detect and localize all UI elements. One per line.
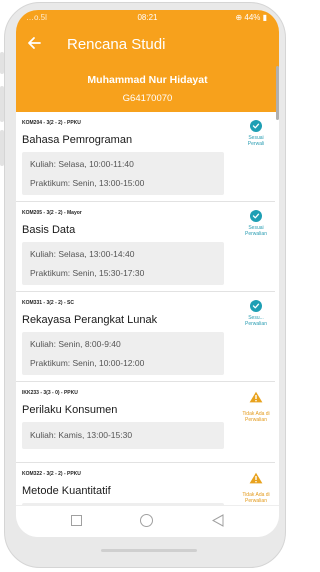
course-name: Rekayasa Perangkat Lunak [22,314,158,326]
course-card[interactable]: IKK233 - 3(3 - 0) - PPKU Perilaku Konsum… [16,382,275,463]
schedule-box: Kuliah: Selasa, 13:00-14:40 Praktikum: S… [22,242,224,285]
app-header: …o.5l 08:21 ⊕ 44% ▮ Rencana Studi Muhamm… [16,10,279,112]
warning-icon [249,472,263,484]
status-badge: Tidak Ada di Perwalian [237,390,275,423]
battery-indicator: ⊕ 44% ▮ [235,13,267,22]
course-code: KOM205 - 3(2 - 2) - Mayor [22,210,82,216]
home-indicator [101,549,197,552]
status-label: Sesuai Perwali [247,135,265,147]
schedule-lecture: Kuliah: Senin, 8:00-9:40 [30,339,121,349]
status-label: Tidak Ada di Perwalian [242,492,270,504]
volume-up-button [0,52,4,74]
system-navbar [16,505,279,537]
student-name: Muhammad Nur Hidayat [87,74,208,86]
schedule-practicum: Praktikum: Senin, 13:00-15:00 [30,178,145,188]
course-card[interactable]: KOM204 - 3(2 - 2) - PPKU Bahasa Pemrogra… [16,112,275,202]
schedule-box: Kuliah: Kamis, 13:00-15:30 [22,422,224,449]
scrollbar-track[interactable] [275,112,279,505]
home-button[interactable] [140,514,153,527]
course-list[interactable]: KOM204 - 3(2 - 2) - PPKU Bahasa Pemrogra… [16,112,279,505]
course-code: IKK233 - 3(3 - 0) - PPKU [22,390,78,396]
page-title: Rencana Studi [67,36,166,53]
nav-back-icon[interactable] [212,514,224,527]
volume-down-button [0,86,4,122]
power-button [0,130,4,166]
course-card[interactable]: KOM331 - 3(2 - 2) - SC Rekayasa Perangka… [16,292,275,382]
check-icon [250,210,262,222]
back-arrow-icon[interactable] [26,35,42,51]
course-name: Basis Data [22,224,76,236]
schedule-lecture: Kuliah: Kamis, 13:00-15:30 [30,430,133,440]
app-screen: …o.5l 08:21 ⊕ 44% ▮ Rencana Studi Muhamm… [16,10,279,537]
course-name: Metode Kuantitatif [22,485,111,497]
status-badge: Sesuai Perwalian [237,210,275,237]
scrollbar-thumb[interactable] [276,66,279,120]
schedule-lecture: Kuliah: Selasa, 13:00-14:40 [30,249,135,259]
check-icon [250,120,262,132]
status-label: Sesuai Perwalian [245,225,267,237]
course-code: KOM204 - 3(2 - 2) - PPKU [22,120,81,126]
recents-button[interactable] [71,515,82,526]
course-code: KOM322 - 3(2 - 2) - PPKU [22,471,81,477]
status-label: Tidak Ada di Perwalian [242,411,270,423]
warning-icon [249,391,263,403]
phone-frame: …o.5l 08:21 ⊕ 44% ▮ Rencana Studi Muhamm… [0,0,290,572]
status-bar: …o.5l 08:21 ⊕ 44% ▮ [16,10,279,26]
schedule-box: Kuliah: Senin, 8:00-9:40 Praktikum: Seni… [22,332,224,375]
status-badge: Sesuai Perwali [237,120,275,147]
status-label: Sesu... Perwalian [245,315,267,327]
status-badge: Sesu... Perwalian [237,300,275,327]
schedule-practicum: Praktikum: Senin, 10:00-12:00 [30,358,145,368]
check-icon [250,300,262,312]
course-name: Bahasa Pemrograman [22,134,133,146]
student-id: G64170070 [122,93,173,104]
course-card[interactable]: KOM205 - 3(2 - 2) - Mayor Basis Data Kul… [16,202,275,292]
course-card[interactable]: KOM322 - 3(2 - 2) - PPKU Metode Kuantita… [16,463,275,505]
schedule-practicum: Praktikum: Senin, 15:30-17:30 [30,268,145,278]
schedule-box: Kuliah: Selasa, 10:00-11:40 Praktikum: S… [22,152,224,195]
course-code: KOM331 - 3(2 - 2) - SC [22,300,74,306]
course-name: Perilaku Konsumen [22,404,118,416]
status-badge: Tidak Ada di Perwalian [237,471,275,504]
schedule-lecture: Kuliah: Selasa, 10:00-11:40 [30,159,134,169]
